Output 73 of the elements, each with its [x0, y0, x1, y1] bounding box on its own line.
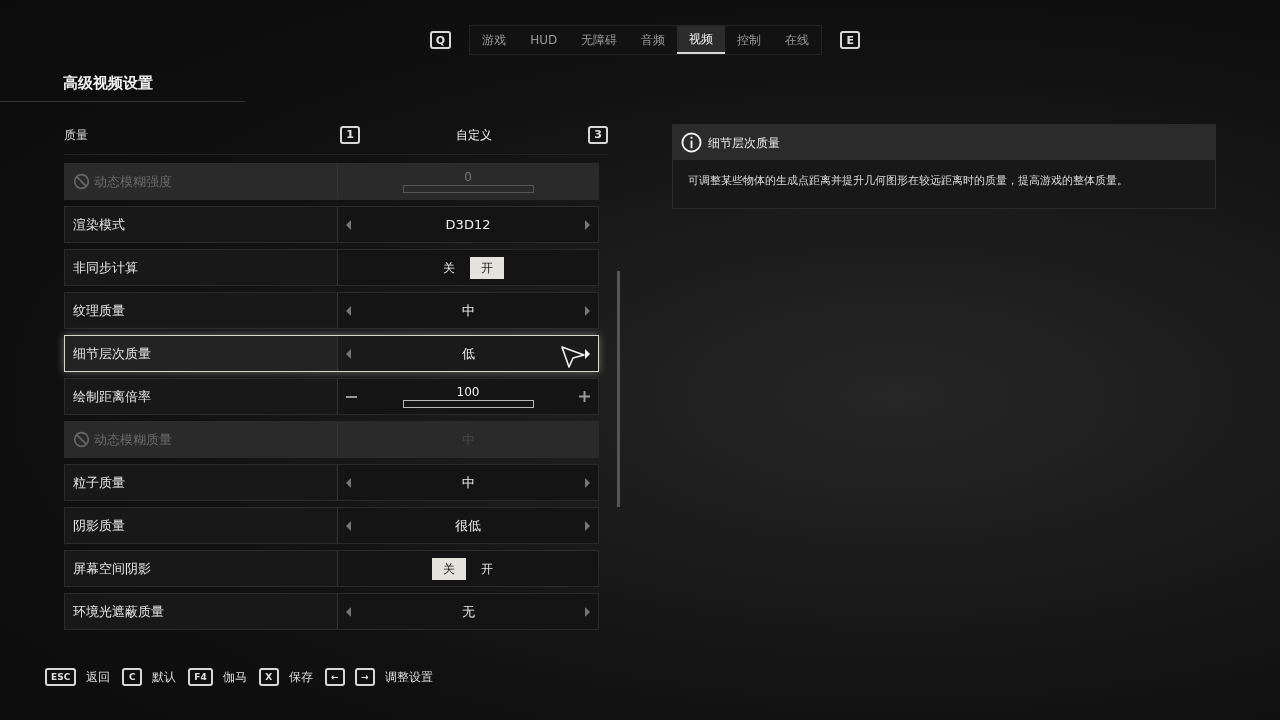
slider-value: 100	[456, 385, 480, 398]
toggle-option[interactable]: 关	[432, 557, 466, 580]
footer-hint-label: 保存	[288, 669, 313, 686]
info-title: 细节层次质量	[708, 134, 780, 152]
key-hint: F4	[188, 668, 213, 686]
setting-value: 无	[461, 602, 475, 621]
mouse-cursor-icon	[560, 345, 587, 369]
key-hint: →	[354, 668, 375, 686]
toggle-option[interactable]: 开	[470, 557, 504, 580]
left-arrow-icon[interactable]	[346, 348, 351, 359]
tab[interactable]: HUD	[518, 26, 570, 54]
setting-label: 渲染模式	[73, 215, 125, 234]
plus-icon[interactable]	[579, 391, 591, 402]
tab[interactable]: 音频	[629, 26, 678, 54]
tab[interactable]: 视频	[677, 26, 726, 54]
key-hint: 3	[588, 125, 608, 144]
toggle-option[interactable]: 开	[470, 256, 504, 279]
setting-row[interactable]: 细节层次质量 低	[64, 335, 600, 372]
key-hint: ESC	[45, 668, 77, 686]
setting-value: 中	[461, 473, 475, 492]
key-hint: C	[122, 668, 143, 686]
left-arrow-icon[interactable]	[346, 606, 351, 617]
minus-icon[interactable]	[346, 395, 357, 398]
footer-hint-label: 默认	[152, 669, 177, 686]
toggle-option[interactable]: 关	[432, 256, 466, 279]
section-title: 高级视频设置	[63, 74, 153, 92]
setting-label: 纹理质量	[73, 301, 125, 320]
preset-label: 质量	[64, 126, 89, 144]
slider-value: 0	[464, 170, 472, 183]
scrollbar[interactable]	[617, 271, 620, 507]
setting-row[interactable]: 绘制距离倍率 100	[64, 378, 600, 415]
setting-label: 环境光遮蔽质量	[73, 602, 164, 621]
setting-value: D3D12	[445, 215, 491, 234]
setting-row[interactable]: 屏幕空间阴影 关 开	[64, 550, 600, 587]
tab[interactable]: 游戏	[470, 26, 519, 54]
setting-value: 低	[461, 344, 475, 363]
setting-value: 很低	[455, 516, 481, 535]
key-hint: ←	[324, 668, 345, 686]
info-description: 可调整某些物体的生成点距离并提升几何图形在较远距离时的质量，提高游戏的整体质量。	[687, 173, 1129, 189]
setting-label: 屏幕空间阴影	[73, 559, 151, 578]
left-arrow-icon[interactable]	[346, 520, 351, 531]
tab[interactable]: 在线	[773, 26, 822, 54]
setting-value: 中	[461, 301, 475, 320]
setting-label: 粒子质量	[73, 473, 125, 492]
footer-hint-label: 返回	[86, 669, 111, 686]
setting-row[interactable]: 渲染模式 D3D12	[64, 206, 600, 243]
info-icon	[681, 132, 702, 153]
preset-value: 自定义	[455, 126, 493, 144]
setting-row[interactable]: 非同步计算 关 开	[64, 249, 600, 286]
setting-row[interactable]: 阴影质量 很低	[64, 507, 600, 544]
left-arrow-icon[interactable]	[346, 305, 351, 316]
tab[interactable]: 控制	[725, 26, 774, 54]
setting-label: 绘制距离倍率	[73, 387, 151, 406]
setting-row[interactable]: 纹理质量 中	[64, 292, 600, 329]
key-hint: 1	[340, 125, 360, 144]
setting-row[interactable]: 环境光遮蔽质量 无	[64, 593, 600, 630]
setting-label: 细节层次质量	[73, 344, 151, 363]
disabled-icon	[73, 173, 90, 190]
key-hint: Q	[429, 31, 452, 49]
tab[interactable]: 无障碍	[569, 26, 630, 54]
left-arrow-icon[interactable]	[346, 477, 351, 488]
setting-label: 动态模糊强度	[94, 172, 172, 191]
key-hint: E	[840, 31, 861, 49]
setting-label: 阴影质量	[73, 516, 125, 535]
disabled-icon	[73, 431, 90, 448]
setting-label: 非同步计算	[73, 258, 138, 277]
setting-row[interactable]: 粒子质量 中	[64, 464, 600, 501]
left-arrow-icon[interactable]	[346, 219, 351, 230]
setting-label: 动态模糊质量	[94, 430, 172, 449]
key-hint: X	[258, 668, 279, 686]
slider-track[interactable]	[402, 399, 534, 408]
footer-hint-label: 调整设置	[384, 669, 433, 686]
footer-hint-label: 伽马	[222, 669, 247, 686]
